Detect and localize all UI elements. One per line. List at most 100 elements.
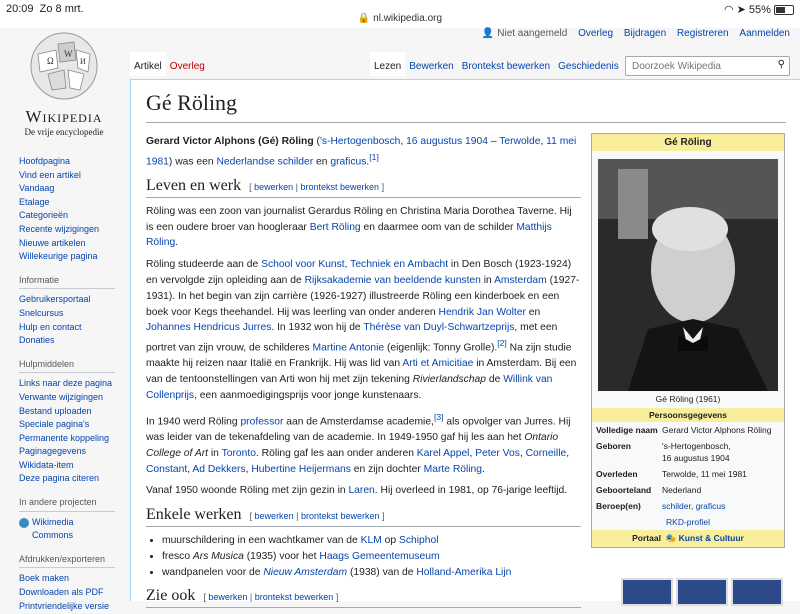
sidebar-item-nieuwe-artikelen[interactable]: Nieuwe artikelen: [19, 237, 129, 251]
sidebar-heading-projecten: In andere projecten: [19, 496, 115, 512]
stamp-image[interactable]: [731, 578, 783, 606]
bracket: [: [203, 592, 206, 603]
sidebar-item-hulp[interactable]: Hulp en contact: [19, 321, 129, 335]
link-holland-amerika-lijn[interactable]: Holland-Amerika Lijn: [416, 567, 511, 578]
sidebar-item-links[interactable]: Links naar deze pagina: [19, 377, 129, 391]
talk-link[interactable]: Overleg: [578, 28, 613, 39]
link-haags-gemeentemuseum[interactable]: Haags Gemeentemuseum: [319, 551, 439, 562]
svg-text:И: И: [80, 57, 86, 66]
stamp-image[interactable]: [621, 578, 673, 606]
edit-source-link[interactable]: brontekst bewerken: [301, 511, 380, 521]
sidebar-item-citeren[interactable]: Deze pagina citeren: [19, 472, 129, 486]
link-graficus[interactable]: graficus: [696, 501, 726, 511]
sidebar-item-commons-row[interactable]: Wikimedia Commons: [19, 516, 129, 543]
sidebar-item-wikidata[interactable]: Wikidata-item: [19, 459, 129, 473]
link-nieuw-amsterdam[interactable]: Nieuw Amsterdam: [263, 567, 347, 578]
link-schilder[interactable]: schilder: [662, 501, 691, 511]
link-portal-kunst[interactable]: Kunst & Cultuur: [679, 533, 744, 543]
tab-bewerken[interactable]: Bewerken: [405, 52, 457, 76]
list-item: muurschildering in een wachtkamer van de…: [162, 533, 581, 549]
link-martine-antonie[interactable]: Martine Antonie: [313, 343, 385, 354]
sidebar-item-verwante[interactable]: Verwante wijzigingen: [19, 391, 129, 405]
text: . In 1932 won hij de: [271, 322, 364, 334]
link-heijermans[interactable]: Hubertine Heijermans: [251, 464, 351, 475]
sidebar-item-upload[interactable]: Bestand uploaden: [19, 405, 129, 419]
sidebar-item-speciale[interactable]: Speciale pagina's: [19, 418, 129, 432]
wordmark: Wikipedia: [18, 107, 110, 127]
location-icon: ➤: [736, 4, 746, 16]
link-toronto[interactable]: Toronto: [222, 448, 256, 459]
footnote-ref[interactable]: [1]: [369, 152, 379, 162]
wikipedia-logo[interactable]: Ω W И Wikipedia De vrije encyclopedie: [18, 30, 110, 137]
sidebar-item-categorieen[interactable]: Categorieën: [19, 209, 129, 223]
url-bar[interactable]: 🔒 nl.wikipedia.org: [0, 13, 800, 24]
link-deathplace[interactable]: Terwolde: [499, 136, 540, 147]
sidebar-item-donaties[interactable]: Donaties: [19, 334, 129, 348]
edit-source-link[interactable]: brontekst bewerken: [255, 592, 334, 602]
title-divider: [146, 122, 786, 123]
sidebar-item-print[interactable]: Printvriendelijke versie: [19, 600, 129, 614]
sidebar-item-paginagegevens[interactable]: Paginagegevens: [19, 445, 129, 459]
sidebar-item-boek[interactable]: Boek maken: [19, 572, 129, 586]
stamp-image[interactable]: [676, 578, 728, 606]
edit-link[interactable]: bewerken: [255, 511, 294, 521]
tab-geschiedenis[interactable]: Geschiedenis: [554, 52, 623, 76]
personal-tools: 👤 Niet aangemeld Overleg Bijdragen Regist…: [474, 28, 790, 39]
bracket: ]: [382, 511, 385, 522]
link-bert-roling[interactable]: Bert Röling: [310, 222, 361, 233]
infobox-value: Gerard Victor Alphons Röling: [662, 425, 772, 435]
edit-link[interactable]: bewerken: [208, 592, 247, 602]
link-ad-dekkers[interactable]: Ad Dekkers: [192, 464, 245, 475]
user-icon: 👤: [481, 28, 495, 39]
link-rkd-profiel[interactable]: RKD-profiel: [666, 517, 710, 527]
link-schiphol[interactable]: Schiphol: [399, 535, 439, 546]
link-birthplace[interactable]: 's-Hertogenbosch: [320, 136, 400, 147]
bracket: ]: [381, 182, 385, 193]
footnote-ref[interactable]: [2]: [497, 338, 507, 348]
edit-source-link[interactable]: brontekst bewerken: [301, 182, 380, 192]
link-wolter[interactable]: Hendrik Jan Wolter: [439, 307, 526, 318]
link-graficus[interactable]: graficus: [330, 156, 366, 167]
portrait-image[interactable]: [598, 159, 778, 391]
register-link[interactable]: Registreren: [677, 28, 729, 39]
paragraph-3: In 1940 werd Röling professor aan de Ams…: [146, 410, 581, 478]
link-therese-prijs[interactable]: Thérèse van Duyl-Schwartzeprijs: [363, 322, 514, 333]
link-corneille[interactable]: Corneille: [526, 448, 567, 459]
sidebar-item-snelcursus[interactable]: Snelcursus: [19, 307, 129, 321]
link-klm[interactable]: KLM: [361, 535, 382, 546]
link-school[interactable]: School voor Kunst, Techniek en Ambacht: [261, 259, 448, 270]
wordmark-text: Wikipedia: [25, 107, 103, 126]
login-link[interactable]: Aanmelden: [739, 28, 790, 39]
link-peter-vos[interactable]: Peter Vos: [475, 448, 520, 459]
contributions-link[interactable]: Bijdragen: [624, 28, 666, 39]
edit-link[interactable]: bewerken: [254, 182, 293, 192]
text: aan de Amsterdamse academie,: [283, 416, 434, 428]
tab-artikel[interactable]: Artikel: [130, 52, 166, 76]
sidebar-item-commons[interactable]: Wikimedia Commons: [32, 516, 92, 543]
tab-lezen[interactable]: Lezen: [370, 52, 406, 76]
tab-overleg[interactable]: Overleg: [166, 52, 209, 76]
sidebar-item-etalage[interactable]: Etalage: [19, 196, 129, 210]
sidebar-item-gebruikersportaal[interactable]: Gebruikersportaal: [19, 293, 129, 307]
search-icon[interactable]: ⚲: [778, 59, 785, 70]
link-nl-painter[interactable]: Nederlandse schilder: [216, 156, 313, 167]
link-karel-appel[interactable]: Karel Appel: [417, 448, 470, 459]
sidebar-item-hoofdpagina[interactable]: Hoofdpagina: [19, 155, 129, 169]
sidebar-item-recente-wijzigingen[interactable]: Recente wijzigingen: [19, 223, 129, 237]
sidebar-item-vind-artikel[interactable]: Vind een artikel: [19, 169, 129, 183]
sidebar-item-willekeurige-pagina[interactable]: Willekeurige pagina: [19, 250, 129, 264]
link-marte-roling[interactable]: Marte Röling: [424, 464, 482, 475]
link-amsterdam[interactable]: Amsterdam: [494, 275, 547, 286]
link-jurres[interactable]: Johannes Hendricus Jurres: [146, 322, 271, 333]
search-input[interactable]: [630, 57, 774, 75]
link-birthdate[interactable]: 16 augustus 1904: [406, 136, 488, 147]
sidebar-item-vandaag[interactable]: Vandaag: [19, 182, 129, 196]
link-professor[interactable]: professor: [240, 416, 283, 427]
link-constant[interactable]: Constant: [146, 464, 187, 475]
link-arti[interactable]: Arti et Amicitiae: [402, 358, 473, 369]
sidebar-item-permalink[interactable]: Permanente koppeling: [19, 432, 129, 446]
sidebar-item-pdf[interactable]: Downloaden als PDF: [19, 586, 129, 600]
link-laren[interactable]: Laren: [348, 485, 374, 496]
link-rijksakademie[interactable]: Rijksakademie van beeldende kunsten: [305, 275, 481, 286]
tab-brontekst[interactable]: Brontekst bewerken: [458, 52, 554, 76]
